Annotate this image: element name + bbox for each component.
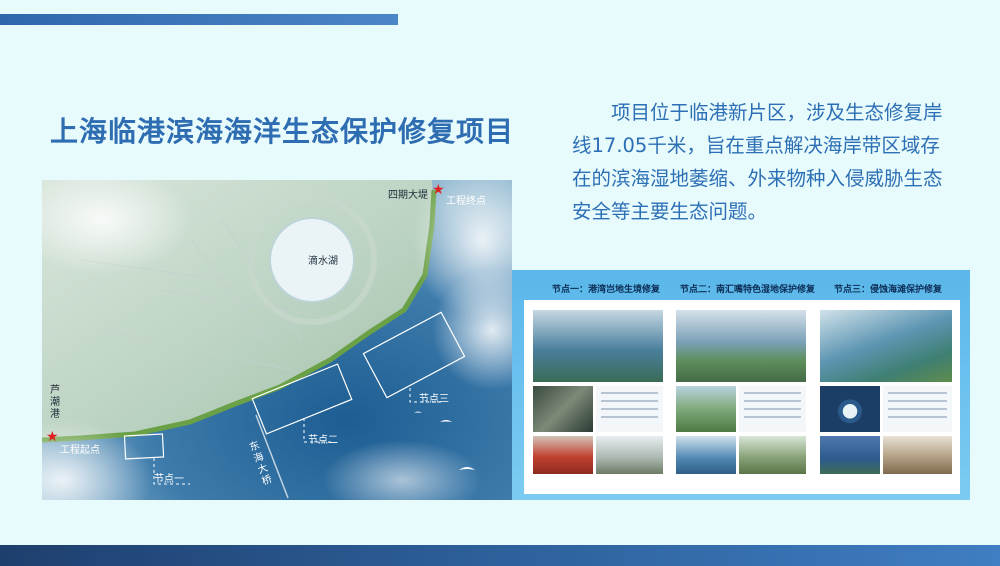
node1-text-block [596,386,663,432]
node1-title: 节点一：港湾岂地生境修复 [552,285,661,295]
page-title: 上海临港滨海海洋生态保护修复项目 [50,115,515,148]
node1-label: 节点一 [154,474,184,485]
dishui-lake-label: 滴水湖 [308,256,338,267]
start-point-star-icon: ★ [46,429,59,445]
node2-text-block [739,386,806,432]
node2-title: 节点二：南汇嘴特色湿地保护修复 [680,285,816,295]
node1-red-wetland-photo [533,436,593,474]
node3-text-block [883,386,952,432]
aerial-map: 四期大堤 ★ 工程终点 滴水湖 芦潮港 ★ 工程起点 节点一 节点二 节点三 东… [42,180,512,500]
nodes-panel: 节点一：港湾岂地生境修复 节点二：南汇嘴特色湿地保护修复 节点三：侵蚀海滩保护修… [512,270,970,500]
map-illustration [42,180,512,500]
phase4-dike-label: 四期大堤 [388,190,428,201]
project-start-label: 工程起点 [60,445,100,456]
nodes-panel-content [524,300,960,494]
node3-label: 节点三 [419,394,449,405]
node3-reeds-photo [883,436,952,474]
node2-bridge-photo [676,436,736,474]
node3-statue-photo [820,436,880,474]
luchao-port-label: 芦潮港 [50,385,60,420]
top-accent-bar [0,14,398,25]
project-description: 项目位于临港新片区，涉及生态修复岸线17.05千米，旨在重点解决海岸带区域存在的… [572,101,943,223]
node3-aerial-photo [820,310,952,382]
node3-ring-photo [820,386,880,432]
node1-shellfish-photo [533,386,593,432]
node2-aerial-photo [676,310,806,382]
node2-marsh-photo [676,386,736,432]
end-point-star-icon: ★ [432,182,445,198]
bottom-accent-bar [0,545,1000,566]
node3-title: 节点三：侵蚀海滩保护修复 [834,285,943,295]
node2-label: 节点二 [308,435,338,446]
node2-trees-photo [739,436,806,474]
project-end-label: 工程终点 [446,196,486,207]
node1-aerial-photo [533,310,663,382]
node1-tower-photo [596,436,663,474]
